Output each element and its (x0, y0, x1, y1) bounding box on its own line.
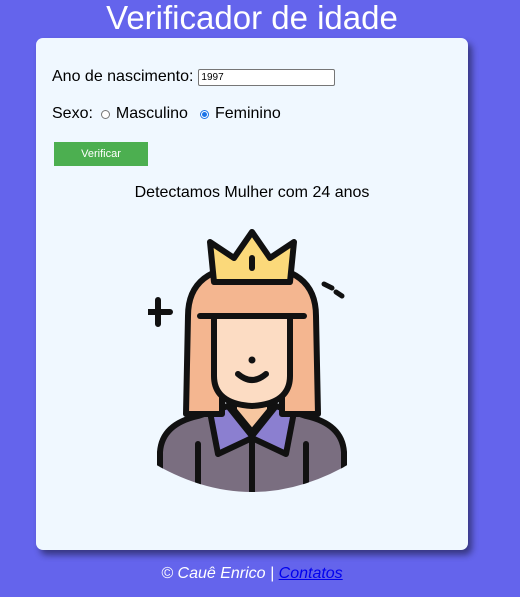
radio-feminino-label[interactable]: Feminino (215, 105, 281, 123)
sex-label: Sexo: (52, 105, 93, 122)
sex-row: Sexo: Masculino Feminino (52, 105, 281, 123)
result-text: Detectamos Mulher com 24 anos (134, 184, 370, 201)
footer: © Cauê Enrico | Contatos (0, 565, 504, 583)
verify-button[interactable]: Verificar (54, 142, 148, 166)
page-title: Verificador de idade (106, 0, 398, 36)
radio-masculino[interactable] (100, 109, 110, 119)
birth-year-row: Ano de nascimento: (52, 68, 336, 86)
copyright-text: © Cauê Enrico | (161, 565, 275, 582)
birth-year-label: Ano de nascimento: (52, 68, 194, 85)
verifier-card: Ano de nascimento: Sexo: Masculino Femin… (36, 38, 468, 550)
radio-masculino-label[interactable]: Masculino (116, 105, 188, 123)
birth-year-input[interactable] (198, 68, 336, 86)
radio-feminino[interactable] (199, 109, 209, 119)
woman-with-crown-avatar-icon (148, 229, 347, 492)
contatos-link[interactable]: Contatos (279, 565, 343, 582)
